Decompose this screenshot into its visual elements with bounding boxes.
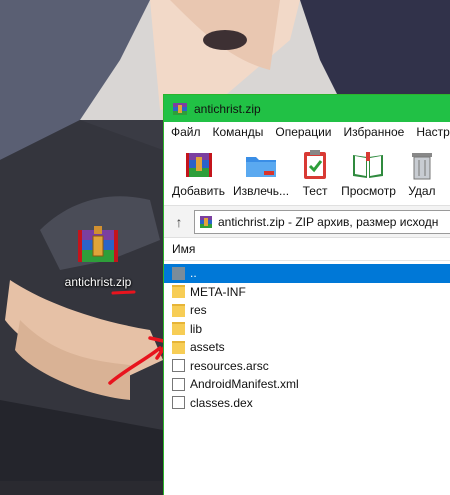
list-item[interactable]: lib xyxy=(164,320,450,339)
winrar-add-icon xyxy=(181,148,217,182)
view-button[interactable]: Просмотр xyxy=(341,148,396,198)
file-name: META-INF xyxy=(190,284,246,299)
list-item[interactable]: classes.dex xyxy=(164,394,450,413)
file-name: classes.dex xyxy=(190,395,253,410)
test-clipboard-icon xyxy=(297,148,333,182)
address-bar: ↑ antichrist.zip - ZIP архив, размер исх… xyxy=(164,205,450,238)
test-button-label: Тест xyxy=(302,184,328,198)
parent-folder-icon xyxy=(172,266,185,280)
list-item[interactable]: resources.arsc xyxy=(164,357,450,376)
file-name: assets xyxy=(190,340,225,355)
menu-settings[interactable]: Настр xyxy=(410,125,450,139)
add-button[interactable]: Добавить xyxy=(172,148,225,198)
winrar-window: antichrist.zip Файл Команды Операции Изб… xyxy=(163,94,450,495)
view-button-label: Просмотр xyxy=(341,184,396,198)
file-name: .. xyxy=(190,266,197,281)
delete-trash-icon xyxy=(404,148,440,182)
menu-operations[interactable]: Операции xyxy=(269,125,337,139)
add-button-label: Добавить xyxy=(172,184,226,198)
file-name: AndroidManifest.xml xyxy=(190,377,299,392)
toolbar: Добавить Извлечь... Тест Просмотр Удал xyxy=(164,142,450,205)
list-item[interactable]: META-INF xyxy=(164,283,450,302)
winrar-app-icon xyxy=(173,102,187,115)
window-title: antichrist.zip xyxy=(194,101,261,116)
address-text: antichrist.zip - ZIP архив, размер исход… xyxy=(218,214,439,229)
list-item[interactable]: AndroidManifest.xml xyxy=(164,375,450,394)
file-icon xyxy=(172,396,185,410)
menu-file[interactable]: Файл xyxy=(164,125,207,139)
window-titlebar[interactable]: antichrist.zip xyxy=(164,95,450,122)
xml-file-icon xyxy=(172,377,185,391)
address-field[interactable]: antichrist.zip - ZIP архив, размер исход… xyxy=(194,209,450,234)
menu-commands[interactable]: Команды xyxy=(207,125,270,139)
extract-button-label: Извлечь... xyxy=(233,184,290,198)
folder-icon xyxy=(172,303,185,317)
list-item-up[interactable]: .. xyxy=(164,264,450,283)
delete-button-label: Удал xyxy=(408,184,436,198)
file-name: resources.arsc xyxy=(190,358,269,373)
test-button[interactable]: Тест xyxy=(297,148,333,198)
extract-folder-icon xyxy=(243,148,279,182)
file-name: res xyxy=(190,303,207,318)
list-item[interactable]: assets xyxy=(164,338,450,357)
folder-icon xyxy=(172,285,185,299)
folder-icon xyxy=(172,340,185,354)
view-book-icon xyxy=(350,148,386,182)
menu-favorites[interactable]: Избранное xyxy=(338,125,411,139)
list-item[interactable]: res xyxy=(164,301,450,320)
column-header-name[interactable]: Имя xyxy=(164,238,450,261)
delete-button[interactable]: Удал xyxy=(404,148,440,198)
file-name: lib xyxy=(190,321,203,336)
file-icon xyxy=(172,359,185,373)
up-arrow-icon[interactable]: ↑ xyxy=(164,214,194,230)
folder-icon xyxy=(172,322,185,336)
file-list: .. META-INF res lib assets resources.ars… xyxy=(164,261,450,412)
column-header-label: Имя xyxy=(172,242,196,256)
winrar-small-icon xyxy=(200,215,212,228)
extract-button[interactable]: Извлечь... xyxy=(233,148,289,198)
menu-bar: Файл Команды Операции Избранное Настр xyxy=(164,122,450,142)
